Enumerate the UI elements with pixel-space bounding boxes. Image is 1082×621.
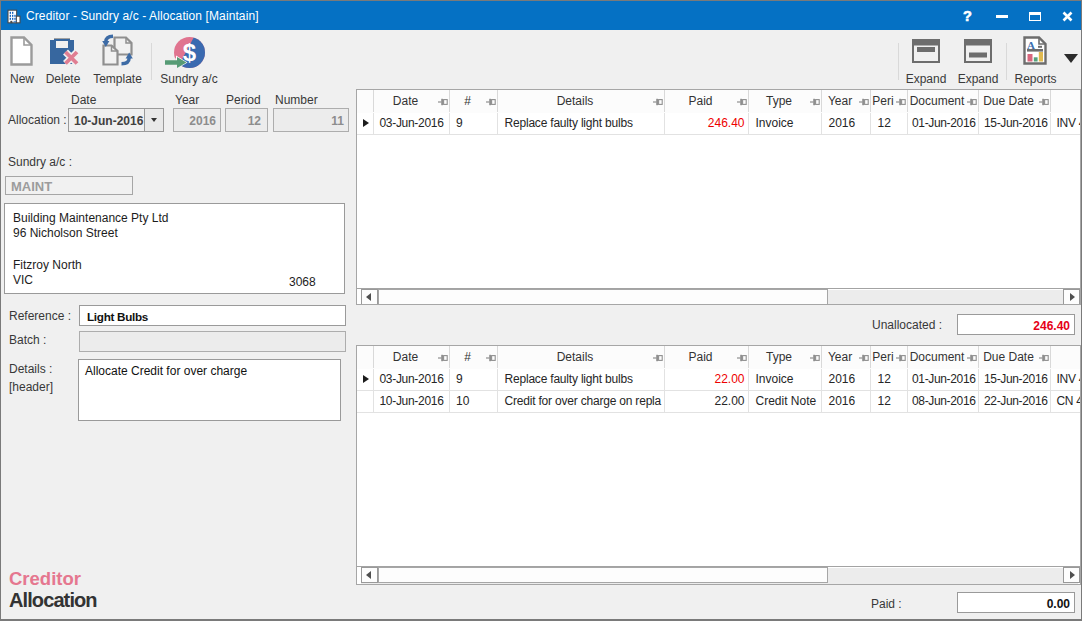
svg-text:A: A: [1027, 39, 1035, 51]
svg-text:$: $: [183, 39, 197, 66]
